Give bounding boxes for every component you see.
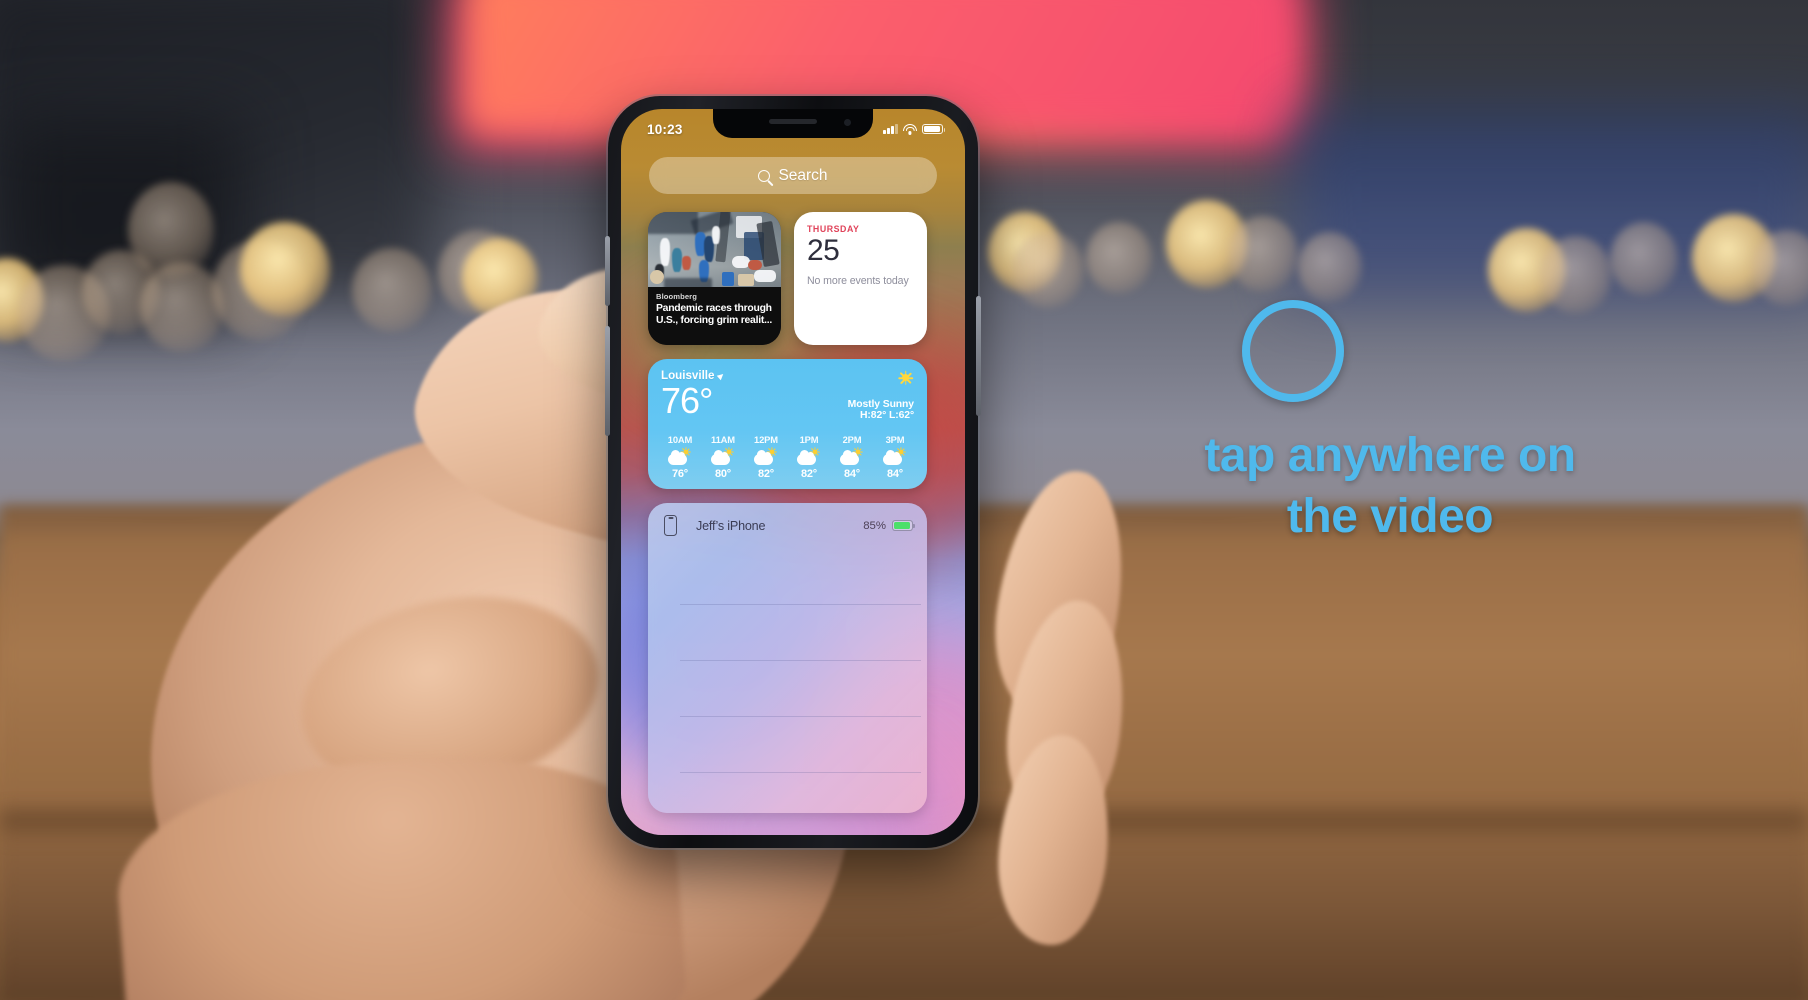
iphone-device: 10:23 Search Bloomberg Pandemic races th… [605, 96, 981, 848]
battery-list-dividers [648, 549, 927, 813]
calendar-weekday: THURSDAY [807, 224, 860, 234]
news-headline: Pandemic races through U.S., forcing gri… [656, 303, 772, 327]
tap-instruction-line2: the video [1286, 490, 1494, 544]
calendar-note: No more events today [807, 274, 909, 287]
weather-hour-temp: 76° [671, 468, 689, 480]
news-source: Bloomberg [656, 292, 697, 301]
sun-icon [898, 370, 913, 385]
weather-right: Mostly Sunny H:82° L:62° [848, 369, 914, 421]
partly-cloudy-icon [753, 446, 779, 466]
iphone-icon [664, 515, 677, 536]
partly-cloudy-icon [710, 446, 736, 466]
weather-temperature: 76° [661, 380, 713, 421]
status-bar-time: 10:23 [647, 121, 683, 137]
battery-level-icon [892, 520, 915, 531]
mute-switch[interactable] [605, 236, 610, 306]
partly-cloudy-icon [667, 446, 693, 466]
list-divider [680, 605, 921, 661]
calendar-date: 25 [807, 234, 840, 267]
partly-cloudy-icon [882, 446, 908, 466]
list-divider [680, 773, 921, 813]
weather-hour-column: 3PM 84° [875, 434, 915, 480]
calendar-widget[interactable]: THURSDAY 25 No more events today [794, 212, 927, 345]
today-view-widgets: Bloomberg Pandemic races through U.S., f… [648, 212, 938, 835]
weather-hour-time: 10AM [667, 434, 693, 445]
weather-header: Louisville 76° Mostly Sunny H:82° L:62° [661, 369, 914, 421]
weather-left: Louisville 76° [661, 369, 726, 421]
location-arrow-icon [717, 371, 726, 380]
list-divider [680, 661, 921, 717]
earpiece-speaker-icon [769, 119, 817, 124]
status-bar-indicators [883, 123, 946, 135]
weather-hour-column: 12PM 82° [746, 434, 786, 480]
news-caption: Bloomberg Pandemic races through U.S., f… [648, 287, 781, 345]
battery-icon [922, 123, 946, 135]
tap-instruction-line1: tap anywhere on [1204, 429, 1576, 482]
partly-cloudy-icon [839, 446, 865, 466]
weather-hour-temp: 82° [757, 468, 775, 480]
weather-hour-column: 2PM 84° [832, 434, 872, 480]
wifi-icon [903, 123, 917, 135]
list-divider [680, 717, 921, 773]
weather-hourly-forecast: 10AM 76° 11AM 80° 12PM 82° 1PM 82° 2PM 84° 3PM 84° [660, 434, 915, 480]
weather-hour-time: 1PM [799, 434, 819, 445]
weather-hour-time: 11AM [711, 434, 735, 445]
widget-row-top: Bloomberg Pandemic races through U.S., f… [648, 212, 938, 345]
weather-hour-temp: 82° [800, 468, 818, 480]
cellular-signal-icon [883, 124, 898, 134]
weather-high-low: H:82° L:62° [860, 410, 914, 421]
screenshot-stage: 10:23 Search Bloomberg Pandemic races th… [0, 0, 1808, 1000]
weather-hour-temp: 84° [843, 468, 861, 480]
search-icon [758, 169, 771, 182]
battery-status: 85% [863, 519, 915, 532]
news-widget[interactable]: Bloomberg Pandemic races through U.S., f… [648, 212, 781, 345]
battery-percent: 85% [863, 519, 886, 532]
weather-condition: Mostly Sunny [847, 399, 914, 410]
list-divider [680, 549, 921, 605]
battery-device-row: Jeff’s iPhone 85% [648, 503, 927, 536]
front-camera-icon [844, 119, 851, 126]
search-placeholder: Search [778, 166, 828, 184]
power-button[interactable] [976, 296, 981, 416]
weather-widget[interactable]: Louisville 76° Mostly Sunny H:82° L:62° … [648, 359, 927, 489]
weather-hour-column: 11AM 80° [703, 434, 743, 480]
weather-hour-column: 1PM 82° [789, 434, 829, 480]
weather-hour-temp: 80° [714, 468, 732, 480]
batteries-widget[interactable]: Jeff’s iPhone 85% [648, 503, 927, 813]
weather-hour-time: 3PM [885, 434, 905, 445]
partly-cloudy-icon [796, 446, 822, 466]
volume-buttons[interactable] [605, 326, 610, 436]
news-photo [648, 212, 781, 290]
weather-hour-time: 2PM [842, 434, 862, 445]
search-bar[interactable]: Search [649, 157, 937, 194]
notch [713, 109, 873, 138]
iphone-screen[interactable]: 10:23 Search Bloomberg Pandemic races th… [621, 109, 965, 835]
battery-device-name: Jeff’s iPhone [696, 518, 766, 533]
weather-hour-column: 10AM 76° [660, 434, 700, 480]
tap-indicator-circle[interactable] [1242, 300, 1344, 402]
weather-hour-time: 12PM [754, 434, 778, 445]
tap-instruction-text: tap anywhere on the video [1010, 425, 1770, 548]
weather-hour-temp: 84° [886, 468, 904, 480]
